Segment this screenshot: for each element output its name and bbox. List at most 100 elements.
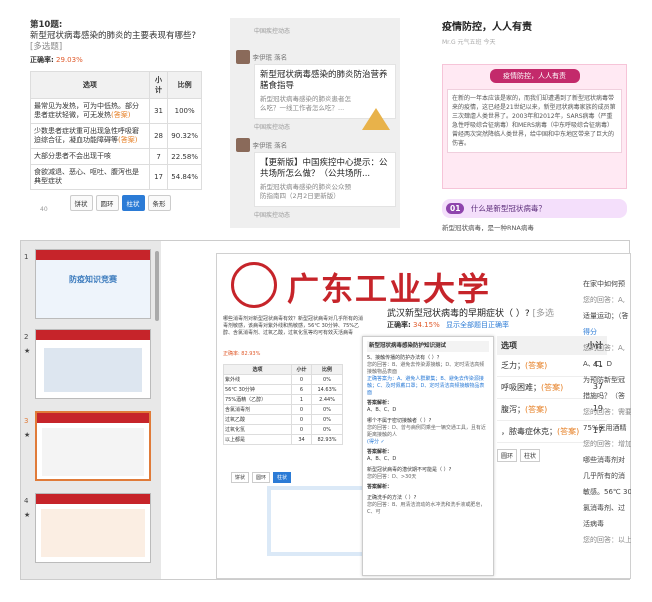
slide-thumbnail-selected[interactable] [35, 411, 151, 481]
question-number: 第10题: [30, 20, 63, 30]
thumbnail-content [41, 509, 145, 557]
university-seal-icon [231, 262, 277, 308]
quiz-question: 新型冠状病毒的潜伏期不可能是（ ）? [367, 467, 452, 473]
thumbnail-content [42, 428, 144, 476]
section-title: 什么是新型冠状病毒？ [470, 204, 546, 213]
quiz-detail-popup[interactable]: 新型冠状病毒感染防护知识测试 5、接触传播的防护办法有（ ）？ 您的回答：B、避… [362, 336, 494, 576]
quiz-score: (得分 [367, 439, 379, 445]
chart-type-buttons: 饼状 圆环 柱状 [231, 472, 292, 483]
quiz-analysis-label: 答案解析： [367, 484, 393, 490]
pct-cell: 54.84% [167, 164, 202, 190]
survey-result-panel: 第10题: 新型冠状病毒感染的肺炎的主要表现有哪些? [多选题] 正确率: 29… [30, 20, 210, 213]
strip-chart-button[interactable]: 条形 [147, 195, 171, 211]
animation-star-icon: ★ [24, 511, 31, 519]
result-table: 选项 小计 比例 最常见为发热，可为中低热。部分患者症状轻微，可无发热(答案) … [30, 71, 202, 190]
article-title: 【更新版】中国疾控中心提示：公共场所怎么做？（公共场所... [260, 158, 388, 179]
rate-value: 正确率: 82.93% [223, 351, 261, 357]
quiz-analysis-label: 答案解析： [367, 400, 393, 406]
thumbnail-image [44, 348, 142, 392]
col-header-count: 小计 [148, 71, 169, 99]
thumbnail-scrollbar[interactable] [155, 251, 159, 321]
question-title: 第10题: 新型冠状病毒感染的肺炎的主要表现有哪些? [多选题] [30, 20, 210, 53]
article-title: 新型冠状病毒感染的肺炎防治营养膳食指导 [260, 70, 388, 91]
ring-chart-button[interactable]: 圆环 [497, 449, 518, 462]
food-pyramid-icon [362, 108, 390, 130]
rate-label: 正确率: [387, 321, 411, 329]
feed-source: 中国疾控动态 [254, 212, 291, 219]
table-row: 食欲减退、恶心、呕吐、腹泻也是典型症状 17 54.84% [30, 164, 202, 190]
bar-chart-button[interactable]: 柱状 [121, 195, 145, 211]
quiz-title: 新型冠状病毒感染防护知识测试 [367, 341, 489, 352]
ring-chart-button[interactable]: 圆环 [95, 195, 119, 211]
answer-tag: (答案) [118, 136, 138, 144]
bar-chart-button[interactable]: 柱状 [273, 472, 292, 483]
pct-cell: 100% [167, 98, 202, 124]
slide-number: 2 [24, 333, 29, 341]
section-number: 01 [446, 203, 465, 214]
slide-header-bar [36, 494, 150, 504]
table-row: 过氧化氢 0 0% [223, 424, 343, 435]
count-cell: 28 [148, 123, 169, 149]
right-results-column: 在家中如何预 您的回答：A, 适量运动；（答 得分 您的回答：A, A、C、D … [583, 280, 631, 544]
quiz-answer: 您的回答：D、>30天 [367, 474, 417, 480]
avatar [236, 50, 250, 64]
accuracy-rate: 正确率: 29.03% [30, 55, 210, 65]
animation-star-icon: ★ [24, 347, 31, 355]
ring-chart-button[interactable]: 圆环 [252, 472, 271, 483]
slide-thumbnails: 1 防疫知识竞赛 2 ★ 3 ★ 4 ★ [21, 241, 161, 579]
quiz-question: 哪个不属于密切接触者（ ）? [367, 418, 432, 424]
option-text: 食欲减退、恶心、呕吐、腹泻也是典型症状 [34, 168, 139, 185]
news-feed-panel: 中国疾控动态 李伊珉 落名 新型冠状病毒感染的肺炎防治营养膳食指导 新型冠状病毒… [230, 18, 400, 228]
slide-thumbnail[interactable] [35, 329, 151, 399]
feed-item[interactable]: 李伊珉 落名 新型冠状病毒感染的肺炎防治营养膳食指导 新型冠状病毒感染的肺炎患者… [236, 50, 396, 131]
slide-question-text: 武汉新型冠状病毒的早期症状（ ）? [387, 309, 530, 319]
table-row: 56℃ 30分钟 6 14.63% [223, 384, 343, 395]
question-type: [多选题] [30, 42, 63, 52]
question-text: 新型冠状病毒感染的肺炎的主要表现有哪些? [30, 31, 197, 41]
quiz-analysis-label: 答案解析： [367, 449, 393, 455]
article-heading: 疫情防控，人人有责 [442, 22, 532, 33]
table-row: 75%酒精（乙醇） 1 2.44% [223, 394, 343, 405]
article-panel: 疫情防控，人人有责 Mr.G 元气五班 今天 疫情防控，人人有责 在新的一年本应… [442, 18, 627, 233]
article-card[interactable]: 【更新版】中国疾控中心提示：公共场所怎么做？（公共场所... 新型冠状病毒感染的… [254, 152, 396, 207]
table-row: 含氯消毒剂 0 0% [223, 404, 343, 415]
slide-header-bar [37, 413, 149, 423]
count-cell: 7 [148, 148, 169, 165]
slide-thumbnail[interactable] [35, 493, 151, 563]
rate-value: 29.03% [56, 56, 83, 64]
table-row: 过氧乙酸 0 0% [223, 414, 343, 425]
feed-source: 中国疾控动态 [254, 28, 291, 35]
pie-chart-button[interactable]: 饼状 [69, 195, 93, 211]
animation-star-icon: ★ [24, 431, 31, 439]
col-header-option: 选项 [30, 71, 150, 99]
pie-chart-button[interactable]: 饼状 [231, 472, 250, 483]
table-row: 大部分患者不会出现干咳 7 22.58% [30, 148, 202, 165]
slide-header-bar [36, 250, 150, 260]
quiz-answer: 您的回答：B、用清洁流动的水冲洗和洗手液或肥皂，C、可 [367, 502, 486, 515]
banner-title: 疫情防控，人人有责 [489, 69, 580, 83]
university-brand: 广东工业大学 [287, 270, 492, 308]
count-cell: 17 [148, 164, 169, 190]
slide-number: 4 [24, 497, 29, 505]
pct-cell: 90.32% [167, 123, 202, 149]
axis-tick: 40 [40, 206, 48, 213]
show-all-rates-link[interactable]: 显示全部题目正确率 [446, 321, 509, 329]
slide-thumbnail[interactable]: 防疫知识竞赛 [35, 249, 151, 319]
quiz-analysis: A、B、C、D [367, 456, 397, 462]
col-header: 比例 [311, 364, 343, 375]
article-summary: 新型冠状病毒感染的肺炎患者怎么吃？一线工作者怎么吃？... [260, 95, 351, 112]
quiz-answer: 您的回答：B、避免去传染源接触；D、定时清洁高频接触物品表面 [367, 362, 485, 375]
quiz-question: 5、接触传播的防护办法有（ ）？ [367, 355, 442, 361]
article-card[interactable]: 新型冠状病毒感染的肺炎防治营养膳食指导 新型冠状病毒感染的肺炎患者怎么吃？一线工… [254, 64, 396, 130]
avatar [236, 138, 250, 152]
slide-rate: 正确率: 34.15% 显示全部题目正确率 [387, 320, 509, 330]
table-row: 紫外线 0 0% [223, 374, 343, 385]
slide-number: 1 [24, 253, 29, 261]
bar-chart-button[interactable]: 柱状 [520, 449, 541, 462]
feed-item[interactable]: 李伊珉 落名 【更新版】中国疾控中心提示：公共场所怎么做？（公共场所... 新型… [236, 138, 396, 219]
col-header: 选项 [223, 364, 292, 375]
chart-type-buttons: 饼状 圆环 柱状 条形 [30, 195, 210, 211]
table-row: 最常见为发热，可为中低热。部分患者症状轻微，可无发热(答案) 31 100% [30, 98, 202, 124]
feed-username: 李伊珉 落名 [252, 141, 288, 150]
quiz-correct-answer: 正确答案为：A、避免人群聚集；B、避免去传染源接触；C、及时佩戴口罩；D、定时清… [367, 376, 485, 396]
